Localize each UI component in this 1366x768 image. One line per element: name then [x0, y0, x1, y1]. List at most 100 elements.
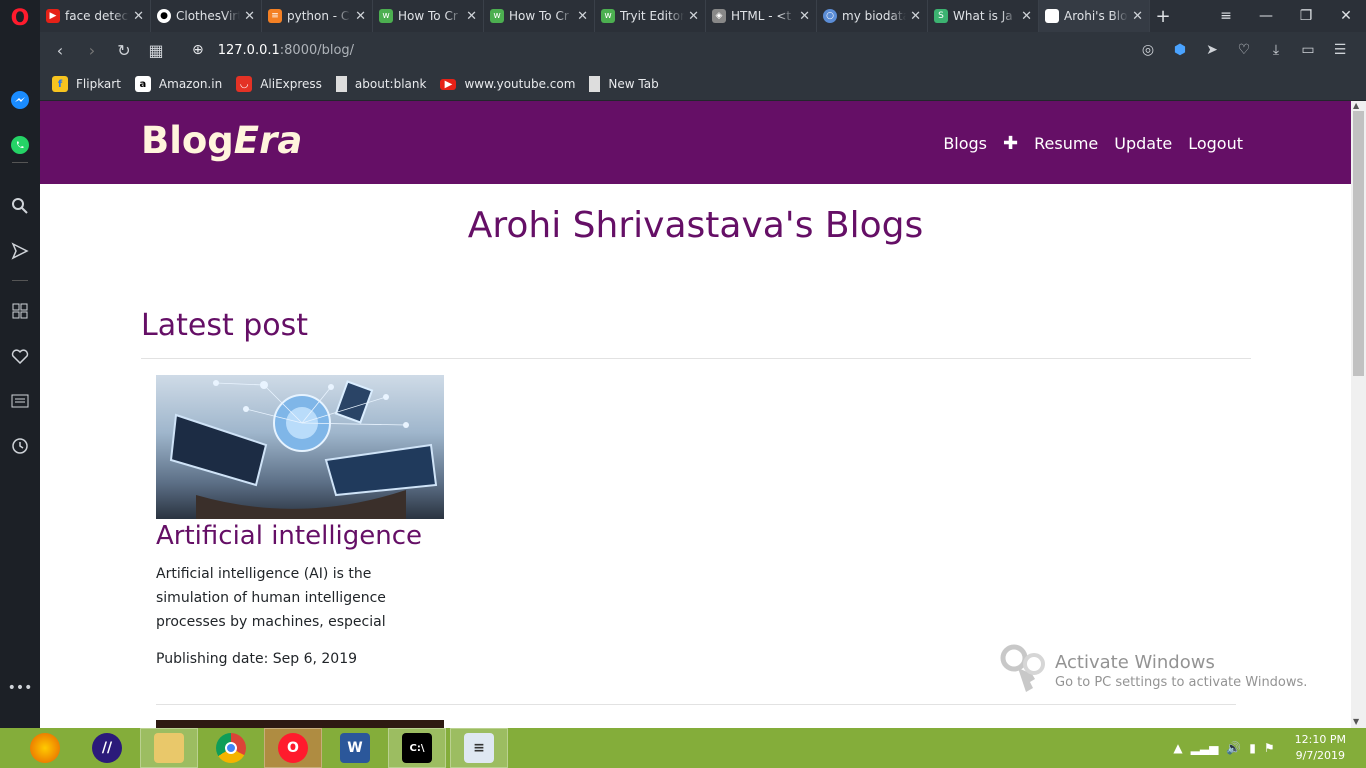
taskbar-firefox[interactable]	[16, 728, 74, 768]
back-icon[interactable]: ‹	[44, 41, 76, 60]
url-field[interactable]: ⊕ 127.0.0.1:8000/blog/	[192, 42, 354, 58]
taskbar-opera[interactable]: O	[264, 728, 322, 768]
close-window-icon[interactable]: ✕	[1326, 8, 1366, 24]
windows-activation-watermark: Activate Windows Go to PC settings to ac…	[1055, 652, 1308, 690]
close-icon[interactable]: ✕	[244, 9, 255, 24]
close-icon[interactable]: ✕	[466, 9, 477, 24]
bookmark-flipkart[interactable]: f Flipkart	[52, 76, 121, 92]
windows-taskbar: // O W C:\ ≡ ▲ ▂▃▅ 🔊 ▮ ⚑ 12:10 PM 9/7/20…	[0, 728, 1366, 768]
nav-blogs-link[interactable]: Blogs	[943, 134, 987, 153]
page-title: Arohi Shrivastava's Blogs	[467, 205, 924, 246]
opera-logo-icon[interactable]: O	[8, 6, 32, 31]
close-icon[interactable]: ✕	[577, 9, 588, 24]
taskbar-word[interactable]: W	[326, 728, 384, 768]
scroll-up-icon[interactable]: ▲	[1353, 101, 1359, 110]
speed-dial-icon[interactable]	[8, 299, 32, 323]
s-logo-icon: S	[934, 9, 948, 23]
taskbar-explorer[interactable]	[140, 728, 198, 768]
post-image[interactable]	[156, 375, 444, 519]
bookmark-about-blank[interactable]: about:blank	[335, 76, 426, 92]
action-center-icon[interactable]: ⚑	[1264, 741, 1275, 755]
section-title: Latest post	[141, 308, 309, 343]
bookmark-new-tab[interactable]: New Tab	[589, 76, 659, 92]
tabs-grid-icon[interactable]: ▦	[140, 41, 172, 60]
close-icon[interactable]: ✕	[1021, 9, 1032, 24]
news-icon[interactable]	[8, 389, 32, 413]
download-icon[interactable]: ⤓	[1260, 42, 1292, 58]
tab[interactable]: ◈ HTML - <t ✕	[706, 0, 817, 32]
close-icon[interactable]: ✕	[910, 9, 921, 24]
maximize-icon[interactable]: ❐	[1286, 8, 1326, 24]
nav-add-post-link[interactable]: ✚	[1003, 133, 1018, 154]
word-icon: W	[340, 733, 370, 763]
taskbar-cmd[interactable]: C:\	[388, 728, 446, 768]
system-clock[interactable]: 12:10 PM 9/7/2019	[1295, 732, 1346, 764]
network-icon[interactable]: ▂▃▅	[1191, 741, 1219, 755]
tab[interactable]: w How To Cr ✕	[484, 0, 595, 32]
scroll-down-icon[interactable]: ▼	[1353, 717, 1359, 726]
bookmark-youtube[interactable]: ▶ www.youtube.com	[440, 77, 575, 91]
search-icon[interactable]	[8, 194, 32, 218]
bookmark-aliexpress[interactable]: ◡ AliExpress	[236, 76, 322, 92]
tab[interactable]: ○ my biodata ✕	[817, 0, 928, 32]
taskbar-app[interactable]: //	[78, 728, 136, 768]
tab[interactable]: S What is Ja ✕	[928, 0, 1039, 32]
taskbar-chrome[interactable]	[202, 728, 260, 768]
volume-icon[interactable]: 🔊	[1226, 741, 1241, 755]
notepad-icon: ≡	[464, 733, 494, 763]
tab-active[interactable]: Arohi's Blo ✕	[1039, 0, 1150, 32]
reload-icon[interactable]: ↻	[108, 41, 140, 60]
adblock-icon[interactable]: ⬢	[1164, 42, 1196, 58]
firefox-icon	[30, 733, 60, 763]
w3schools-icon: w	[601, 9, 615, 23]
html-icon: ◈	[712, 9, 726, 23]
post-image[interactable]	[156, 720, 444, 728]
stackoverflow-icon: ≡	[268, 9, 282, 23]
tab[interactable]: w How To Cr ✕	[373, 0, 484, 32]
heart-icon[interactable]	[8, 344, 32, 368]
divider	[141, 358, 1251, 359]
messenger-icon[interactable]	[8, 88, 32, 112]
battery-icon[interactable]: ▮	[1249, 741, 1256, 755]
nav-logout-link[interactable]: Logout	[1188, 134, 1243, 153]
close-icon[interactable]: ✕	[1132, 9, 1143, 24]
bookmark-amazon[interactable]: a Amazon.in	[134, 76, 222, 92]
post-excerpt: Artificial intelligence (AI) is the simu…	[156, 566, 386, 630]
minimize-icon[interactable]: —	[1246, 8, 1286, 24]
camera-icon[interactable]: ◎	[1132, 42, 1164, 58]
opera-icon: O	[278, 733, 308, 763]
new-tab-button[interactable]: +	[1150, 6, 1176, 27]
scrollbar-thumb[interactable]	[1353, 111, 1364, 376]
send-icon[interactable]	[8, 239, 32, 263]
close-icon[interactable]: ✕	[355, 9, 366, 24]
terminal-icon: C:\	[402, 733, 432, 763]
forward-icon[interactable]: ›	[76, 41, 108, 60]
close-icon[interactable]: ✕	[799, 9, 810, 24]
nav-resume-link[interactable]: Resume	[1034, 134, 1098, 153]
tab[interactable]: ▶ face detecti ✕	[40, 0, 151, 32]
send-icon[interactable]: ➤	[1196, 42, 1228, 58]
page-scrollbar[interactable]: ▲ ▼	[1351, 101, 1366, 728]
tab[interactable]: w Tryit Editor ✕	[595, 0, 706, 32]
easy-setup-icon[interactable]: ☰	[1324, 42, 1356, 58]
post-title[interactable]: Artificial intelligence	[156, 521, 422, 551]
whatsapp-icon[interactable]	[8, 133, 32, 157]
battery-icon[interactable]: ▭	[1292, 42, 1324, 58]
show-hidden-icons-icon[interactable]: ▲	[1173, 741, 1182, 755]
close-icon[interactable]: ✕	[133, 9, 144, 24]
tab-bar: ▶ face detecti ✕ ● ClothesVirt ✕ ≡ python - C…	[40, 0, 1366, 32]
heart-icon[interactable]: ♡	[1228, 42, 1260, 58]
bookmarks-bar: f Flipkart a Amazon.in ◡ AliExpress about:b…	[40, 68, 1366, 100]
tab-menu-icon[interactable]: ≡	[1206, 8, 1246, 24]
more-icon[interactable]: •••	[8, 676, 33, 700]
tab[interactable]: ≡ python - C ✕	[262, 0, 373, 32]
post-date: Publishing date: Sep 6, 2019	[156, 651, 358, 667]
taskbar-notepad[interactable]: ≡	[450, 728, 508, 768]
address-bar: ‹ › ↻ ▦ ⊕ 127.0.0.1:8000/blog/ ◎ ⬢ ➤ ♡ ⤓…	[40, 32, 1366, 68]
history-icon[interactable]	[8, 434, 32, 458]
chrome-icon	[216, 733, 246, 763]
nav-update-link[interactable]: Update	[1114, 134, 1172, 153]
site-brand[interactable]: BlogEra	[141, 119, 302, 162]
close-icon[interactable]: ✕	[688, 9, 699, 24]
tab[interactable]: ● ClothesVirt ✕	[151, 0, 262, 32]
